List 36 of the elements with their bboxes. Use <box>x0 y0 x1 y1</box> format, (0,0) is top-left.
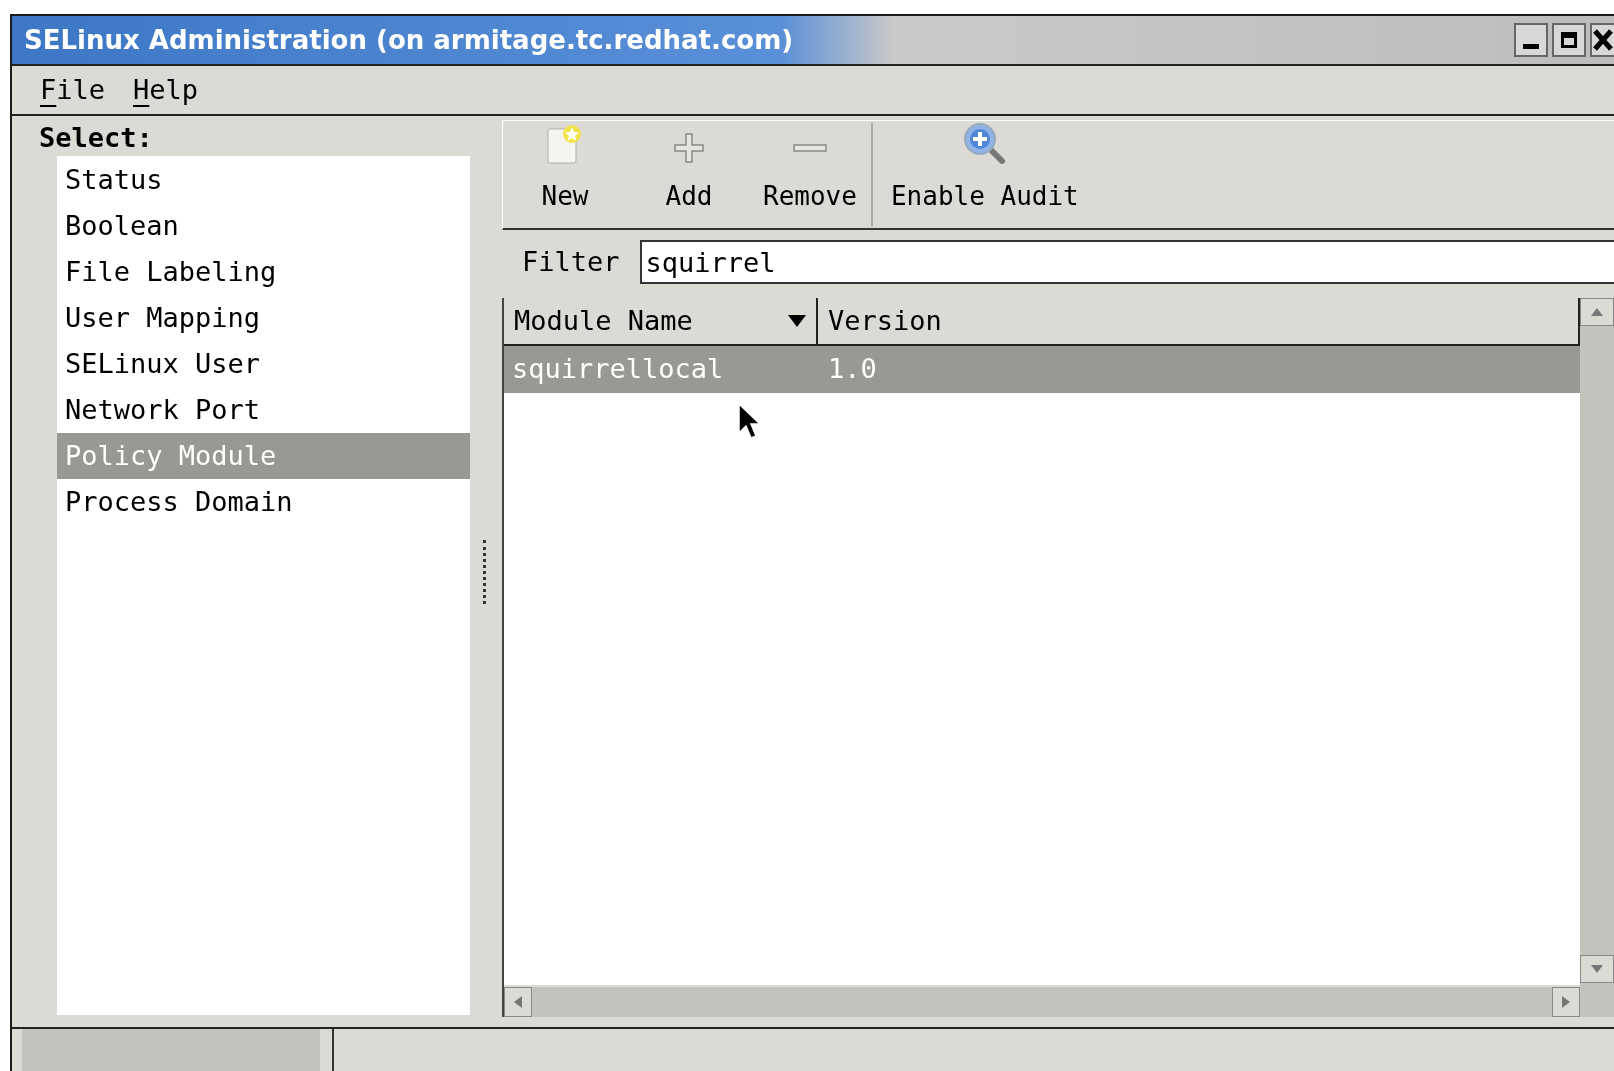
table-cell-text: squirrellocal <box>511 352 725 387</box>
category-item[interactable]: SELinux User <box>57 341 470 387</box>
toolbar-button[interactable]: Remove <box>751 121 869 228</box>
column-header[interactable]: Module Name <box>504 298 818 344</box>
scroll-left-icon[interactable] <box>504 987 532 1017</box>
close-icon <box>1593 29 1613 51</box>
filter-label: Filter <box>522 244 620 279</box>
toolbar-button[interactable]: Enable Audit <box>874 121 1095 228</box>
minimize-icon <box>1523 44 1539 49</box>
category-item[interactable]: User Mapping <box>57 295 470 341</box>
window-title: SELinux Administration (on armitage.tc.redhat.com) <box>23 23 794 57</box>
maximize-button[interactable] <box>1552 23 1586 57</box>
zoom-in-icon <box>961 121 1008 167</box>
menu-item[interactable]: File <box>40 69 106 111</box>
vertical-scrollbar[interactable] <box>1580 298 1614 1017</box>
scroll-up-icon[interactable] <box>1580 298 1614 326</box>
close-button[interactable] <box>1590 23 1614 57</box>
toolbar-button[interactable]: New <box>503 121 627 228</box>
pane-grip[interactable] <box>482 539 486 604</box>
category-item[interactable]: File Labeling <box>57 249 470 295</box>
minus-icon <box>792 143 827 153</box>
table-cell-text: 1.0 <box>827 352 877 387</box>
category-item[interactable]: Status <box>57 157 470 203</box>
minimize-button[interactable] <box>1514 23 1548 57</box>
sidebar-heading: Select: <box>39 121 154 155</box>
toolbar-button[interactable]: Add <box>627 121 751 228</box>
maximize-icon <box>1561 32 1577 48</box>
scroll-right-icon[interactable] <box>1552 987 1580 1017</box>
menu-item[interactable]: Help <box>133 69 199 111</box>
filter-field[interactable]: squirrel <box>639 240 1614 284</box>
category-item[interactable]: Boolean <box>57 203 470 249</box>
plus-icon <box>672 131 706 165</box>
scroll-down-icon[interactable] <box>1580 955 1614 983</box>
horizontal-scrollbar[interactable] <box>504 985 1580 1017</box>
category-item[interactable]: Network Port <box>57 387 470 433</box>
category-item[interactable]: Process Domain <box>57 479 470 525</box>
